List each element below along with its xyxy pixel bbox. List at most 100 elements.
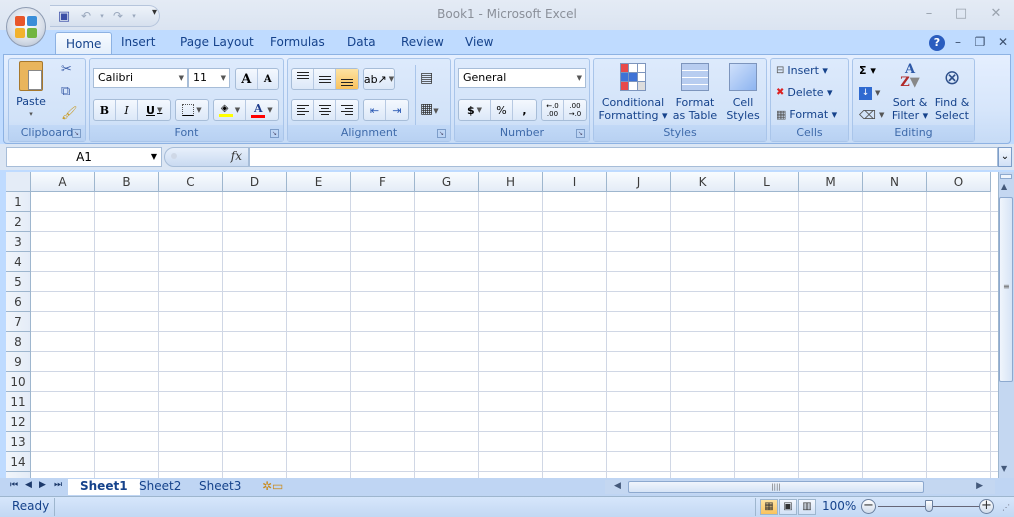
align-left-button[interactable] [292,100,314,120]
copy-icon[interactable]: ⧉ [61,84,70,99]
format-cells-button[interactable]: ▦ Format ▾ [776,106,837,124]
merge-center-icon[interactable]: ▦▼ [420,101,439,117]
horizontal-scroll-thumb[interactable]: |||| [628,481,924,493]
decrease-decimal-button[interactable]: .00 →.0 [564,100,586,120]
wrap-text-icon[interactable]: ▤ [420,70,433,86]
sheet-tab-2[interactable]: Sheet2 [127,479,193,495]
insert-sheet-icon[interactable]: ✲▭ [250,479,295,495]
tab-home[interactable]: Home [55,32,113,56]
undo-icon[interactable]: ↶ [78,9,94,24]
decrease-indent-button[interactable]: ⇤ [364,100,386,120]
orientation-button[interactable]: ab↗ ▼ [363,68,395,90]
cut-icon[interactable]: ✂ [61,62,72,77]
align-bottom-button[interactable] [336,69,358,89]
row-header[interactable]: 10 [6,372,31,392]
shrink-font-button[interactable]: A [258,69,279,89]
select-all-button[interactable] [6,172,31,192]
underline-button[interactable]: U ▼ [138,100,170,120]
currency-button[interactable]: $ ▼ [459,100,491,120]
row-header[interactable]: 12 [6,412,31,432]
column-header[interactable]: I [543,172,607,192]
zoom-slider-thumb[interactable] [925,500,933,512]
row-header[interactable]: 5 [6,272,31,292]
tab-data[interactable]: Data [337,30,386,55]
fill-button[interactable]: ↓ ▼ [859,84,880,102]
column-header[interactable]: L [735,172,799,192]
page-break-view-button[interactable]: ▥ [798,499,816,515]
last-sheet-icon[interactable]: ⏭ [54,480,62,490]
column-header[interactable]: C [159,172,223,192]
help-icon[interactable]: ? [929,35,945,51]
restore-document-button[interactable]: ❐ [973,35,987,51]
column-header[interactable]: D [223,172,287,192]
column-header[interactable]: J [607,172,671,192]
sheet-tab-3[interactable]: Sheet3 [187,479,253,495]
minimize-window-button[interactable]: – [920,6,938,22]
number-format-dropdown[interactable]: General ▼ [458,68,586,88]
column-header[interactable]: H [479,172,543,192]
column-header[interactable]: K [671,172,735,192]
font-color-button[interactable]: A ▼ [246,100,278,120]
split-box[interactable] [1000,174,1012,179]
percent-button[interactable]: % [491,100,513,120]
first-sheet-icon[interactable]: ⏮ [10,480,18,490]
row-header[interactable]: 6 [6,292,31,312]
align-middle-button[interactable] [314,69,336,89]
increase-decimal-button[interactable]: ←.0.00 [542,100,564,120]
font-launcher-icon[interactable]: ↘ [270,129,279,138]
grow-font-button[interactable]: A [236,69,258,89]
column-header[interactable]: O [927,172,991,192]
format-painter-icon[interactable]: 🖌 [61,106,78,121]
save-icon[interactable]: ▣ [56,9,72,24]
prev-sheet-icon[interactable]: ◀ [25,480,32,490]
row-header[interactable]: 11 [6,392,31,412]
customize-qat-button[interactable]: ▾ [152,7,157,18]
row-header[interactable]: 13 [6,432,31,452]
scroll-up-icon[interactable]: ▲ [1001,182,1007,191]
name-box[interactable]: A1 ▼ [6,147,162,167]
row-header[interactable]: 3 [6,232,31,252]
close-document-button[interactable]: ✕ [996,35,1010,51]
clipboard-launcher-icon[interactable]: ↘ [72,129,81,138]
zoom-out-button[interactable]: − [861,499,876,514]
column-header[interactable]: N [863,172,927,192]
row-header[interactable]: 7 [6,312,31,332]
row-header[interactable]: 4 [6,252,31,272]
sort-filter-button[interactable]: A Z▼ Sort & Filter ▾ [890,63,930,122]
vertical-scroll-thumb[interactable]: ≡ [999,197,1013,382]
maximize-window-button[interactable]: □ [952,6,970,22]
resize-grip-icon[interactable]: ⋰ [1002,503,1010,512]
redo-icon[interactable]: ↷ [110,9,126,24]
office-button[interactable] [6,7,46,47]
minimize-document-button[interactable]: – [951,35,965,51]
font-name-dropdown[interactable]: Calibri ▼ [93,68,188,88]
close-window-button[interactable]: ✕ [987,6,1005,22]
page-layout-view-button[interactable]: ▣ [779,499,797,515]
italic-button[interactable]: I [116,100,139,120]
borders-button[interactable]: ▼ [175,99,209,121]
row-header[interactable]: 1 [6,192,31,212]
normal-view-button[interactable]: ▦ [760,499,778,515]
align-top-button[interactable] [292,69,314,89]
alignment-launcher-icon[interactable]: ↘ [437,129,446,138]
insert-function-button[interactable]: fx [231,149,242,163]
scroll-down-icon[interactable]: ▼ [1001,464,1007,473]
zoom-in-button[interactable]: + [979,499,994,514]
insert-cells-button[interactable]: ⊟ Insert ▾ [776,62,828,80]
zoom-level[interactable]: 100% [822,499,856,513]
expand-formula-bar-button[interactable]: ⌄ [998,147,1012,167]
column-header[interactable]: F [351,172,415,192]
align-center-button[interactable] [314,100,336,120]
comma-button[interactable]: , [513,100,536,120]
font-size-dropdown[interactable]: 11 ▼ [188,68,230,88]
tab-view[interactable]: View [455,30,503,55]
column-header[interactable]: B [95,172,159,192]
row-header[interactable]: 14 [6,452,31,472]
formula-input[interactable] [249,147,998,167]
row-header[interactable]: 8 [6,332,31,352]
redo-dropdown-icon[interactable]: ▾ [126,9,142,24]
fill-color-button[interactable]: ◈ ▼ [214,100,246,120]
undo-dropdown-icon[interactable]: ▾ [94,9,110,24]
scroll-right-icon[interactable]: ▶ [976,481,983,491]
paste-button[interactable]: Paste ▾ [13,61,49,121]
